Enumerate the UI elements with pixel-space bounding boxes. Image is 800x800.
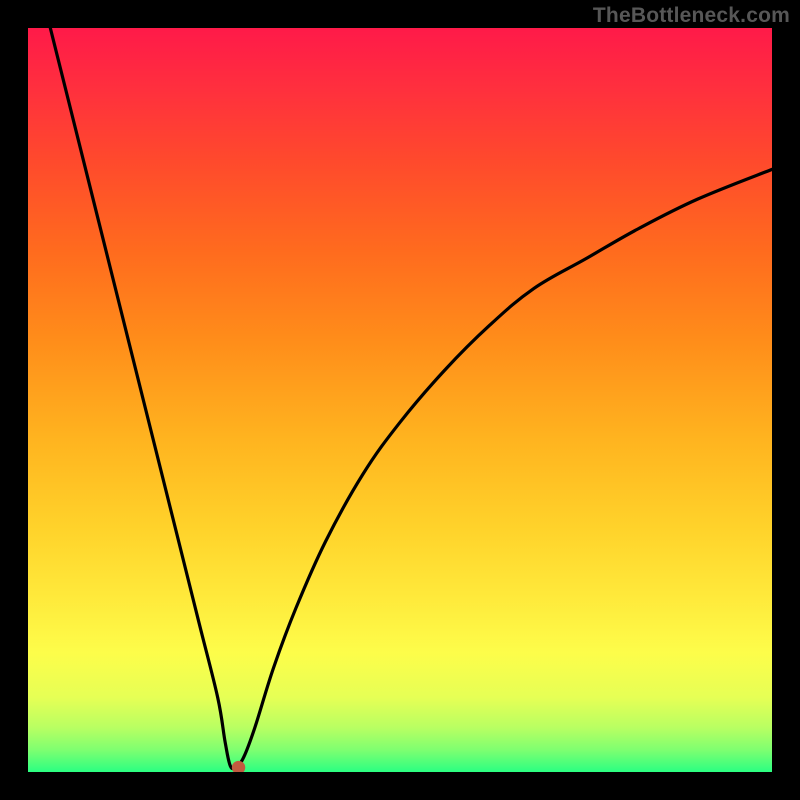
chart-svg [28,28,772,772]
chart-frame: TheBottleneck.com [0,0,800,800]
plot-area [28,28,772,772]
watermark-text: TheBottleneck.com [593,4,790,28]
gradient-background [28,28,772,772]
